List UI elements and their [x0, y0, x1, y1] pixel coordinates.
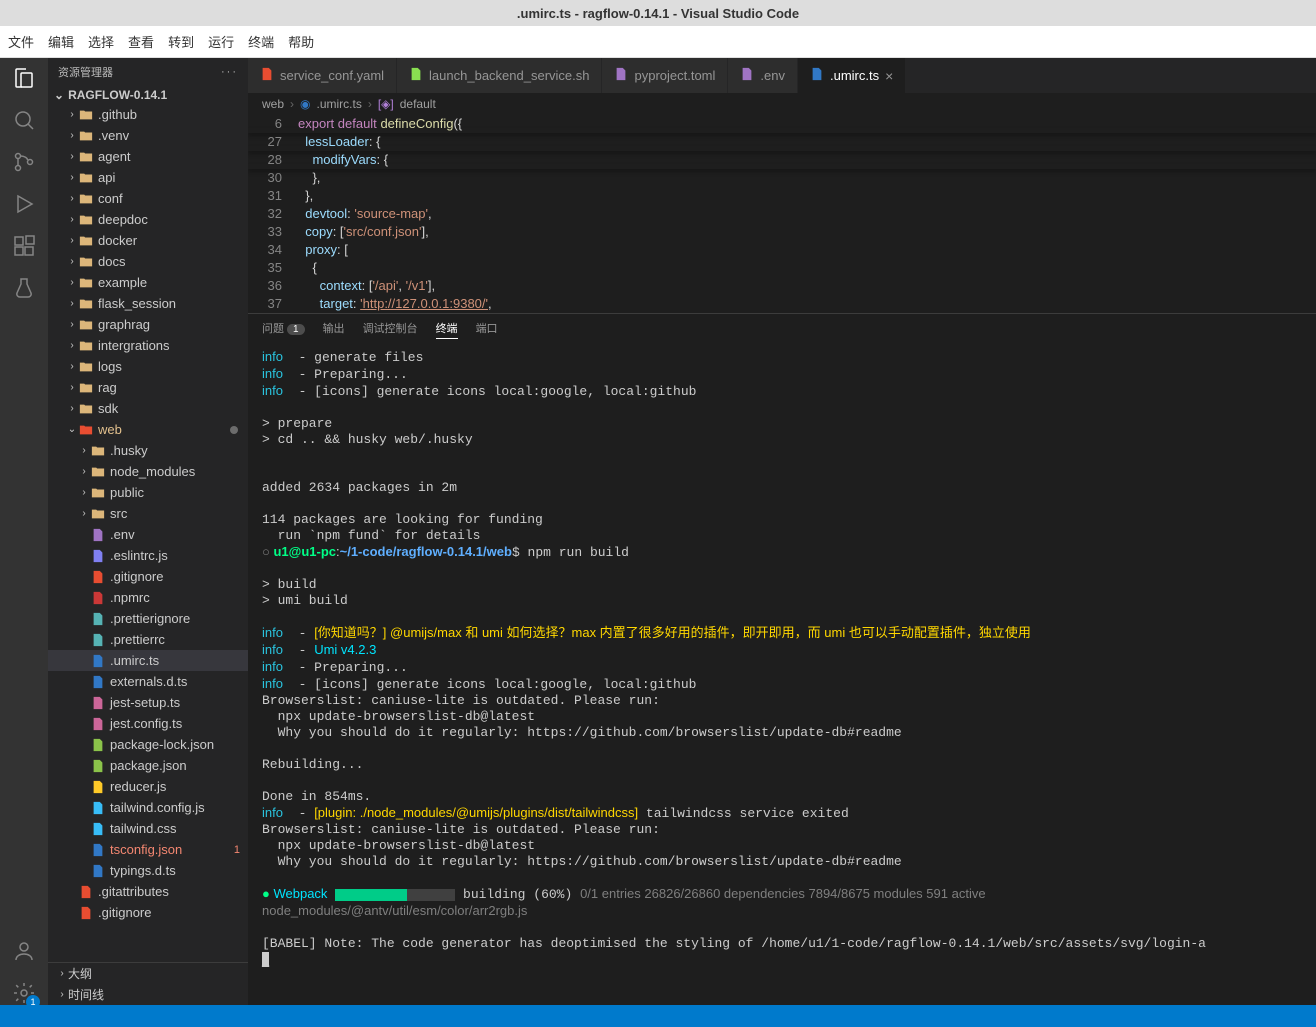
- file-tailwind.config.js[interactable]: tailwind.config.js: [48, 797, 248, 818]
- folder-rag[interactable]: ›rag: [48, 377, 248, 398]
- menu-文件[interactable]: 文件: [8, 32, 34, 51]
- status-bar[interactable]: [0, 1005, 1316, 1027]
- menu-选择[interactable]: 选择: [88, 32, 114, 51]
- explorer-more-icon[interactable]: ···: [221, 66, 238, 78]
- folder-.github[interactable]: ›.github: [48, 104, 248, 125]
- file-tsconfig.json[interactable]: tsconfig.json1: [48, 839, 248, 860]
- tab-launch_backend_service.sh[interactable]: launch_backend_service.sh: [397, 58, 602, 93]
- source-control-icon[interactable]: [12, 150, 36, 174]
- menu-编辑[interactable]: 编辑: [48, 32, 74, 51]
- folder-sdk[interactable]: ›sdk: [48, 398, 248, 419]
- explorer-title: 资源管理器: [58, 64, 113, 80]
- menu-运行[interactable]: 运行: [208, 32, 234, 51]
- file-.prettierignore[interactable]: .prettierignore: [48, 608, 248, 629]
- tab-ports[interactable]: 端口: [476, 320, 498, 339]
- extensions-icon[interactable]: [12, 234, 36, 258]
- activity-bar: [0, 58, 48, 1005]
- file-.gitattributes[interactable]: .gitattributes: [48, 881, 248, 902]
- file-package.json[interactable]: package.json: [48, 755, 248, 776]
- folder-logs[interactable]: ›logs: [48, 356, 248, 377]
- explorer-sidebar: 资源管理器··· ⌄RAGFLOW-0.14.1 ›.github›.venv›…: [48, 58, 248, 1005]
- folder-deepdoc[interactable]: ›deepdoc: [48, 209, 248, 230]
- file-jest.config.ts[interactable]: jest.config.ts: [48, 713, 248, 734]
- folder-src[interactable]: ›src: [48, 503, 248, 524]
- folder-flask_session[interactable]: ›flask_session: [48, 293, 248, 314]
- folder-.venv[interactable]: ›.venv: [48, 125, 248, 146]
- file-tailwind.css[interactable]: tailwind.css: [48, 818, 248, 839]
- file-.prettierrc[interactable]: .prettierrc: [48, 629, 248, 650]
- file-.eslintrc.js[interactable]: .eslintrc.js: [48, 545, 248, 566]
- folder-example[interactable]: ›example: [48, 272, 248, 293]
- tab-problems[interactable]: 问题1: [262, 320, 305, 339]
- breadcrumb[interactable]: web› ◉.umirc.ts› [◈]default: [248, 93, 1316, 115]
- timeline-section[interactable]: ›时间线: [48, 984, 248, 1005]
- menu-查看[interactable]: 查看: [128, 32, 154, 51]
- folder-.husky[interactable]: ›.husky: [48, 440, 248, 461]
- folder-api[interactable]: ›api: [48, 167, 248, 188]
- settings-icon[interactable]: [12, 981, 36, 1005]
- tab-pyproject.toml[interactable]: pyproject.toml: [602, 58, 728, 93]
- menu-帮助[interactable]: 帮助: [288, 32, 314, 51]
- editor-tabs: service_conf.yamllaunch_backend_service.…: [248, 58, 1316, 93]
- tab-.umirc.ts[interactable]: .umirc.ts×: [798, 58, 906, 93]
- file-.gitignore[interactable]: .gitignore: [48, 902, 248, 923]
- folder-node_modules[interactable]: ›node_modules: [48, 461, 248, 482]
- run-debug-icon[interactable]: [12, 192, 36, 216]
- tab-service_conf.yaml[interactable]: service_conf.yaml: [248, 58, 397, 93]
- file-.gitignore[interactable]: .gitignore: [48, 566, 248, 587]
- folder-agent[interactable]: ›agent: [48, 146, 248, 167]
- file-.npmrc[interactable]: .npmrc: [48, 587, 248, 608]
- close-icon[interactable]: ×: [885, 68, 893, 84]
- testing-icon[interactable]: [12, 276, 36, 300]
- file-package-lock.json[interactable]: package-lock.json: [48, 734, 248, 755]
- folder-public[interactable]: ›public: [48, 482, 248, 503]
- file-jest-setup.ts[interactable]: jest-setup.ts: [48, 692, 248, 713]
- accounts-icon[interactable]: [12, 939, 36, 963]
- folder-conf[interactable]: ›conf: [48, 188, 248, 209]
- code-editor[interactable]: 6export default defineConfig({27 lessLoa…: [248, 115, 1316, 313]
- file-reducer.js[interactable]: reducer.js: [48, 776, 248, 797]
- file-.umirc.ts[interactable]: .umirc.ts: [48, 650, 248, 671]
- workspace-root[interactable]: ⌄RAGFLOW-0.14.1: [48, 86, 248, 104]
- file-typings.d.ts[interactable]: typings.d.ts: [48, 860, 248, 881]
- menu-bar: 文件编辑选择查看转到运行终端帮助: [0, 26, 1316, 58]
- folder-web[interactable]: ⌄web: [48, 419, 248, 440]
- folder-intergrations[interactable]: ›intergrations: [48, 335, 248, 356]
- window-titlebar: .umirc.ts - ragflow-0.14.1 - Visual Stud…: [0, 0, 1316, 26]
- tab-debug-console[interactable]: 调试控制台: [363, 320, 418, 339]
- file-externals.d.ts[interactable]: externals.d.ts: [48, 671, 248, 692]
- tab-terminal[interactable]: 终端: [436, 320, 458, 339]
- bottom-panel: 问题1 输出 调试控制台 终端 端口 info - generate files…: [248, 313, 1316, 1005]
- menu-终端[interactable]: 终端: [248, 32, 274, 51]
- folder-graphrag[interactable]: ›graphrag: [48, 314, 248, 335]
- outline-section[interactable]: ›大纲: [48, 963, 248, 984]
- tab-output[interactable]: 输出: [323, 320, 345, 339]
- folder-docs[interactable]: ›docs: [48, 251, 248, 272]
- terminal-output[interactable]: info - generate files info - Preparing..…: [248, 345, 1316, 1005]
- tab-.env[interactable]: .env: [728, 58, 798, 93]
- explorer-icon[interactable]: [12, 66, 36, 90]
- menu-转到[interactable]: 转到: [168, 32, 194, 51]
- folder-docker[interactable]: ›docker: [48, 230, 248, 251]
- search-icon[interactable]: [12, 108, 36, 132]
- file-.env[interactable]: .env: [48, 524, 248, 545]
